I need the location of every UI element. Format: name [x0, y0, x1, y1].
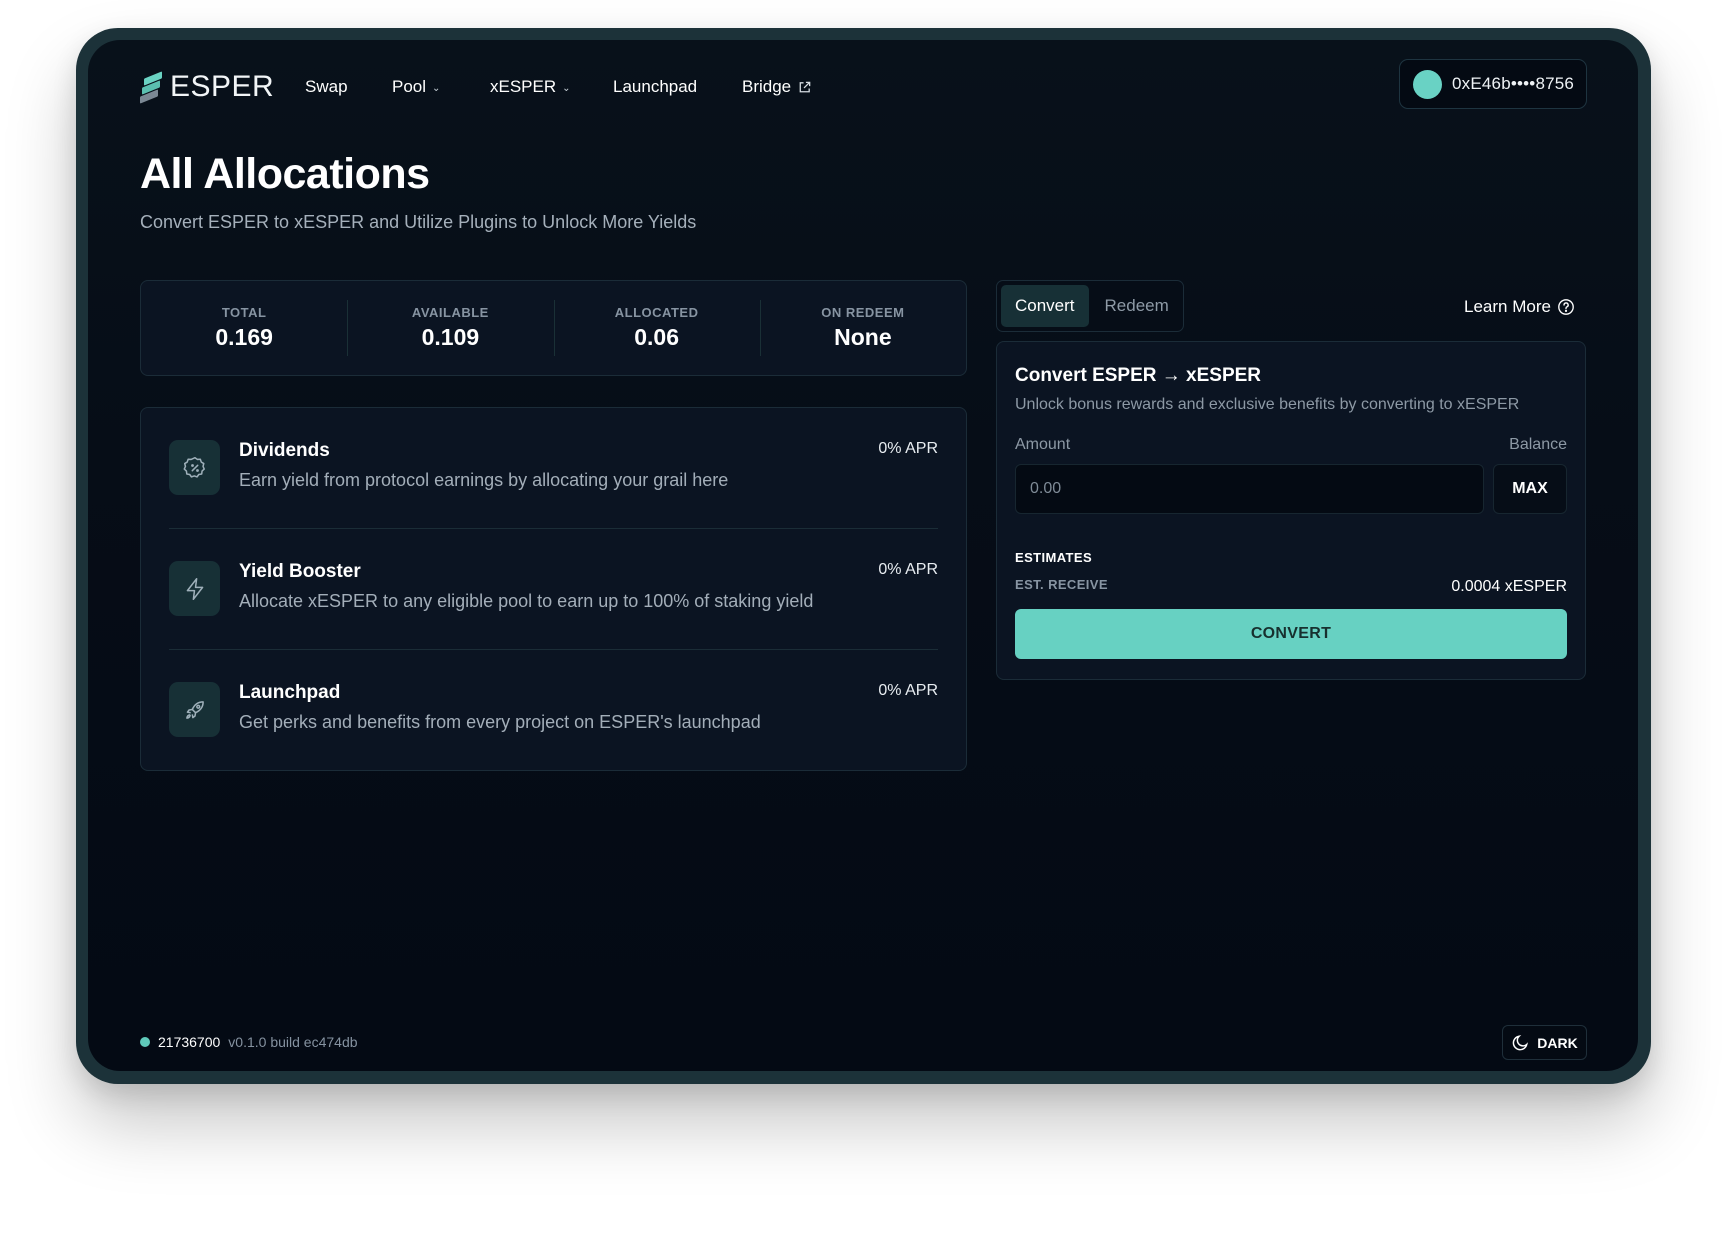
- tab-convert[interactable]: Convert: [1001, 285, 1089, 327]
- stat-value: 0.109: [421, 324, 480, 350]
- nav-item-label: Bridge: [742, 77, 792, 96]
- plugin-icon-box: [169, 682, 220, 737]
- nav-item-xesper[interactable]: xESPER ⌄: [490, 77, 571, 97]
- plugin-name: Yield Booster: [239, 561, 361, 582]
- convert-title: Convert ESPER → xESPER: [1015, 365, 1262, 386]
- brand-logo[interactable]: ESPER: [140, 70, 274, 104]
- estimates-heading: ESTIMATES: [1015, 550, 1093, 565]
- nav-item-label: Swap: [305, 77, 348, 96]
- plugin-apr: 0% APR: [878, 682, 938, 699]
- esper-logo-icon: [140, 71, 162, 104]
- stat-available: AVAILABLE 0.109: [347, 300, 553, 356]
- app-screen: ESPER Swap Pool ⌄ xESPER ⌄ Launchpad Bri…: [88, 40, 1638, 1071]
- help-circle-icon: [1558, 299, 1574, 315]
- nav-item-label: Launchpad: [613, 77, 698, 96]
- stat-value: 0.169: [215, 324, 273, 350]
- plugin-description: Allocate xESPER to any eligible pool to …: [239, 591, 814, 611]
- plugin-name: Dividends: [239, 440, 330, 461]
- page-subtitle: Convert ESPER to xESPER and Utilize Plug…: [140, 212, 697, 232]
- plugin-list: Dividends Earn yield from protocol earni…: [140, 407, 967, 771]
- build-version: v0.1.0 build ec474db: [228, 1034, 358, 1050]
- wallet-button[interactable]: 0xE46b••••8756: [1399, 59, 1587, 109]
- stat-allocated: ALLOCATED 0.06: [553, 300, 760, 356]
- plugin-description: Get perks and benefits from every projec…: [239, 712, 761, 732]
- page-title: All Allocations: [140, 150, 430, 198]
- plugin-name: Launchpad: [239, 682, 341, 703]
- tab-redeem[interactable]: Redeem: [1091, 285, 1183, 327]
- stat-label: AVAILABLE: [411, 305, 489, 320]
- plugin-icon-box: [169, 561, 220, 616]
- stat-label: ON REDEEM: [821, 305, 905, 320]
- learn-more-label: Learn More: [1464, 297, 1551, 316]
- balance-label: Balance: [1509, 436, 1567, 453]
- rocket-icon: [185, 700, 204, 719]
- stat-label: TOTAL: [221, 305, 267, 320]
- theme-label: DARK: [1537, 1034, 1578, 1051]
- plugin-apr: 0% APR: [878, 440, 938, 457]
- stat-total: TOTAL 0.169: [141, 300, 347, 356]
- plugin-apr: 0% APR: [878, 561, 938, 578]
- lightning-icon: [186, 577, 203, 600]
- wallet-avatar: [1413, 69, 1442, 99]
- chevron-down-icon: ⌄: [432, 82, 441, 94]
- network-status-dot: [140, 1037, 150, 1047]
- percent-badge-icon: [183, 456, 205, 478]
- theme-toggle-button[interactable]: DARK: [1502, 1025, 1587, 1060]
- nav-item-label: Pool: [392, 77, 427, 96]
- nav-item-bridge[interactable]: Bridge: [742, 77, 812, 97]
- chevron-down-icon: ⌄: [562, 82, 571, 94]
- nav-item-swap[interactable]: Swap: [305, 77, 348, 97]
- amount-input[interactable]: [1015, 464, 1484, 514]
- plugin-item-launchpad[interactable]: Launchpad Get perks and benefits from ev…: [169, 650, 938, 771]
- est-receive-label: EST. RECEIVE: [1015, 577, 1108, 592]
- plugin-item-dividends[interactable]: Dividends Earn yield from protocol earni…: [169, 408, 938, 529]
- plugin-item-yield-booster[interactable]: Yield Booster Allocate xESPER to any eli…: [169, 529, 938, 650]
- stat-on-redeem: ON REDEEM None: [759, 300, 966, 356]
- nav-item-pool[interactable]: Pool ⌄: [392, 77, 440, 97]
- device-frame: ESPER Swap Pool ⌄ xESPER ⌄ Launchpad Bri…: [76, 28, 1651, 1084]
- convert-button[interactable]: CONVERT: [1015, 609, 1567, 659]
- brand-name: ESPER: [170, 70, 275, 103]
- convert-redeem-tabs: Convert Redeem: [996, 280, 1184, 332]
- amount-label: Amount: [1015, 436, 1071, 453]
- stat-label: ALLOCATED: [614, 305, 699, 320]
- plugin-icon-box: [169, 440, 220, 495]
- est-receive-value: 0.0004 xESPER: [1451, 578, 1567, 595]
- allocation-stats: TOTAL 0.169 AVAILABLE 0.109 ALLOCATED 0.…: [140, 280, 967, 376]
- nav-item-label: xESPER: [490, 77, 557, 96]
- block-number: 21736700: [158, 1034, 221, 1050]
- nav-item-launchpad[interactable]: Launchpad: [613, 77, 697, 97]
- plugin-description: Earn yield from protocol earnings by all…: [239, 470, 729, 490]
- max-button[interactable]: MAX: [1493, 464, 1567, 514]
- moon-icon: [1513, 1034, 1529, 1050]
- stat-value: 0.06: [634, 324, 679, 350]
- status-footer: 21736700 v0.1.0 build ec474db: [140, 1034, 358, 1050]
- learn-more-link[interactable]: Learn More: [1464, 297, 1575, 317]
- convert-subtitle: Unlock bonus rewards and exclusive benef…: [1015, 396, 1520, 413]
- wallet-address: 0xE46b••••8756: [1452, 74, 1575, 93]
- stat-value: None: [834, 324, 892, 350]
- convert-panel: Convert ESPER → xESPER Unlock bonus rewa…: [996, 341, 1586, 680]
- external-link-icon: [799, 81, 811, 92]
